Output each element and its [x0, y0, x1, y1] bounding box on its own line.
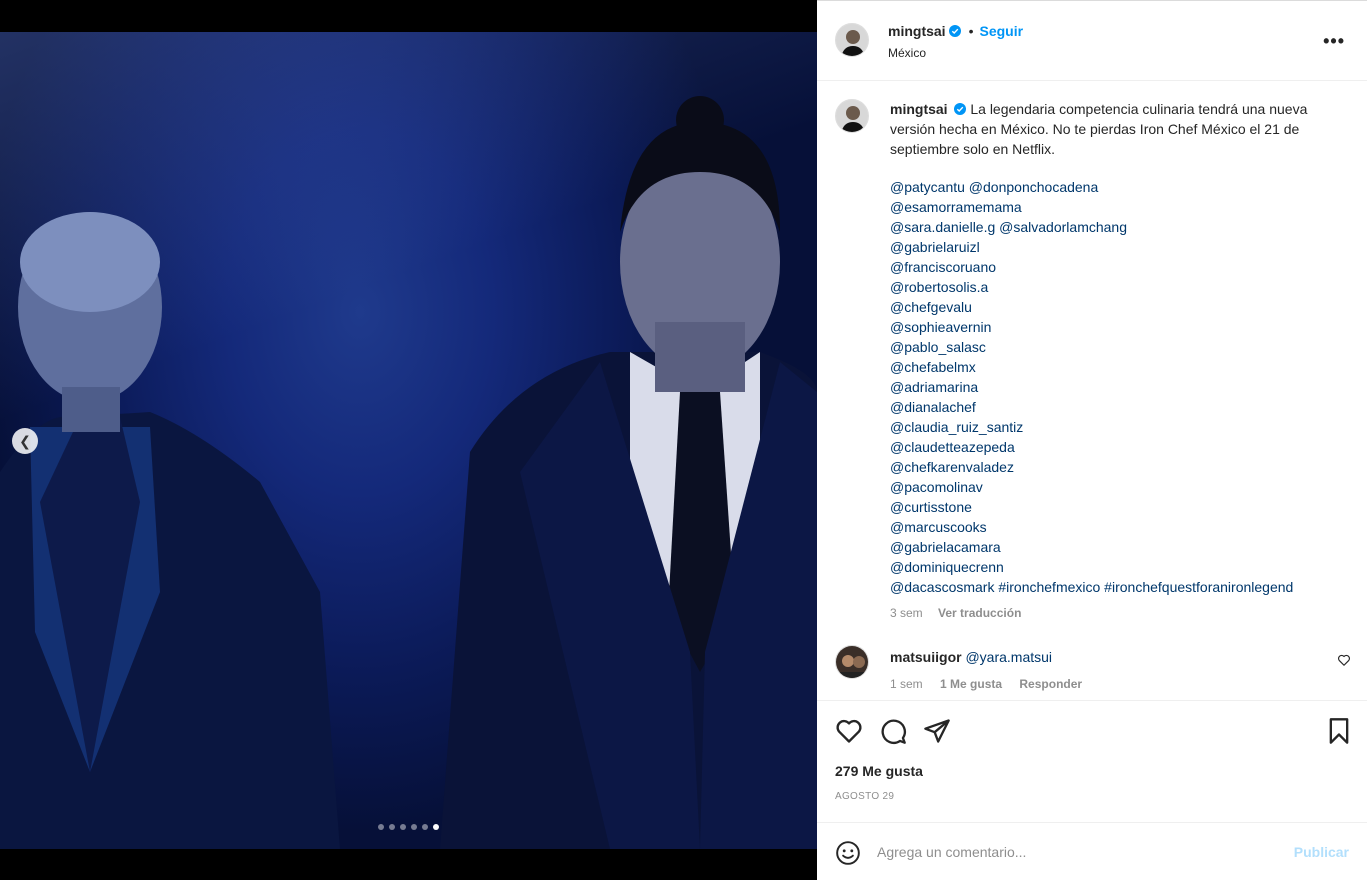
photo-illustration — [0, 96, 817, 849]
mention-line[interactable]: @esamorramemama — [890, 197, 1340, 217]
mention-line[interactable]: @dominiquecrenn — [890, 557, 1340, 577]
comment-meta: 1 sem 1 Me gusta Responder — [890, 677, 1096, 691]
comment-input[interactable] — [877, 839, 1277, 865]
mention-line[interactable]: @chefgevalu — [890, 297, 1340, 317]
avatar-image — [836, 24, 868, 56]
carousel-dots — [378, 824, 439, 830]
post-photo[interactable] — [0, 32, 817, 849]
mention-line[interactable]: @claudetteazepeda — [890, 437, 1340, 457]
mention-line[interactable]: @pacomolinav — [890, 477, 1340, 497]
caption-mentions: @patycantu @donponchocadena @esamorramem… — [890, 177, 1340, 597]
carousel-dot — [400, 824, 406, 830]
likes-count[interactable]: 279 Me gusta — [835, 763, 923, 779]
mention-line[interactable]: @chefkarenvaladez — [890, 457, 1340, 477]
chevron-left-icon: ❮ — [19, 432, 31, 449]
comments-list[interactable]: mingtsai La legendaria competencia culin… — [817, 81, 1367, 701]
avatar-image — [836, 100, 868, 132]
post-media: ❮ — [0, 0, 817, 880]
carousel-dot — [389, 824, 395, 830]
verified-badge-icon — [948, 25, 961, 37]
post-date: AGOSTO 29 — [835, 791, 895, 802]
follow-button[interactable]: Seguir — [979, 23, 1023, 39]
post-header: mingtsai • Seguir México ••• — [817, 1, 1367, 81]
avatar-image — [836, 646, 868, 678]
post-author-username[interactable]: mingtsai — [888, 23, 946, 39]
mention-line[interactable]: @gabrielacamara — [890, 537, 1340, 557]
comment-mention[interactable]: @yara.matsui — [965, 649, 1052, 665]
post-location[interactable]: México — [888, 46, 926, 60]
see-translation-link[interactable]: Ver traducción — [938, 606, 1021, 620]
reply-button[interactable]: Responder — [1019, 677, 1082, 691]
mention-line[interactable]: @robertosolis.a — [890, 277, 1340, 297]
carousel-dot — [378, 824, 384, 830]
mention-line[interactable]: @sara.danielle.g @salvadorlamchang — [890, 217, 1340, 237]
post-side-panel: mingtsai • Seguir México ••• mingtsai La… — [817, 0, 1367, 880]
share-send-icon[interactable] — [923, 717, 951, 745]
carousel-prev-button[interactable]: ❮ — [12, 428, 38, 454]
comment-username[interactable]: matsuiigor — [890, 649, 962, 665]
mention-line[interactable]: @dacascosmark #ironchefmexico #ironchefq… — [890, 577, 1340, 597]
caption-text: La legendaria competencia culinaria tend… — [890, 101, 1308, 157]
comment-likes[interactable]: 1 Me gusta — [940, 677, 1002, 691]
caption-username[interactable]: mingtsai — [890, 101, 948, 117]
save-bookmark-icon[interactable] — [1325, 717, 1353, 745]
avatar[interactable] — [835, 23, 869, 57]
caption-time[interactable]: 3 sem — [890, 606, 923, 620]
comment-like-heart-icon[interactable] — [1337, 653, 1351, 667]
mention-line[interactable]: @claudia_ruiz_santiz — [890, 417, 1340, 437]
carousel-dot — [411, 824, 417, 830]
mention-line[interactable]: @adriamarina — [890, 377, 1340, 397]
post-actions: 279 Me gusta AGOSTO 29 — [817, 700, 1367, 822]
mention-line[interactable]: @marcuscooks — [890, 517, 1340, 537]
mention-line[interactable]: @sophieavernin — [890, 317, 1340, 337]
emoji-icon[interactable] — [835, 840, 861, 866]
add-comment-bar: Publicar — [817, 822, 1367, 880]
more-options-icon[interactable]: ••• — [1323, 31, 1345, 52]
mention-line[interactable]: @pablo_salasc — [890, 337, 1340, 357]
like-heart-icon[interactable] — [835, 717, 863, 745]
publish-button[interactable]: Publicar — [1294, 844, 1349, 860]
verified-badge-icon — [954, 103, 967, 115]
avatar[interactable] — [835, 645, 869, 679]
mention-line[interactable]: @chefabelmx — [890, 357, 1340, 377]
comment-time[interactable]: 1 sem — [890, 677, 923, 691]
mention-line[interactable]: @curtisstone — [890, 497, 1340, 517]
carousel-dot-active — [433, 824, 439, 830]
avatar[interactable] — [835, 99, 869, 133]
caption-meta: 3 sem Ver traducción — [890, 603, 1340, 623]
mention-line[interactable]: @patycantu @donponchocadena — [890, 177, 1340, 197]
carousel-dot — [422, 824, 428, 830]
separator-dot: • — [968, 23, 974, 39]
mention-line[interactable]: @gabrielaruizl — [890, 237, 1340, 257]
mention-line[interactable]: @franciscoruano — [890, 257, 1340, 277]
comment-bubble-icon[interactable] — [879, 717, 907, 745]
mention-line[interactable]: @dianalachef — [890, 397, 1340, 417]
